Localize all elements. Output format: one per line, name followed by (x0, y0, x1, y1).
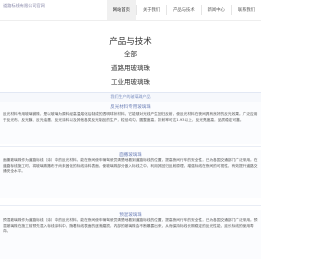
product-section-surface-beads: 面撒玻璃珠 面撒玻璃珠作为道路标线（涂）中的反光材料，能在夜间使车辆驾驶员清楚地… (0, 150, 261, 198)
product-description: 面撒玻璃珠作为道路标线（涂）中的反光材料，能在夜间使车辆驾驶员清楚地看到道路标线… (3, 158, 258, 174)
section-divider (0, 205, 261, 206)
page-title: 产品与技术 (109, 37, 152, 47)
product-section-premix-beads: 预混玻璃珠 预混玻璃珠作为道路标线（涂）中的反光材料，能在夜间使车辆驾驶员清楚地… (0, 210, 261, 259)
section-banner-text: 我们生产的玻璃珠产品 (110, 94, 151, 99)
nav-item-about[interactable]: 关于我们 (137, 0, 166, 20)
product-description: 反光材料专用玻璃微珠，是以玻璃为原料经高温熔化后制成的透明球状材料，它能够对光线… (3, 112, 258, 122)
nav-item-home[interactable]: 网站首页 (106, 0, 136, 20)
category-link-all[interactable]: 全部 (0, 48, 261, 58)
product-description: 预混玻璃珠作为道路标线（涂）中的反光材料，能在夜间使车辆驾驶员清楚地看到道路标线… (3, 218, 258, 234)
site-brand[interactable]: 道路标线有限公司官网 (3, 3, 45, 9)
nav-item-products[interactable]: 产品与技术 (167, 0, 200, 20)
category-link-road-beads[interactable]: 道路用玻璃珠 (0, 62, 261, 72)
section-divider (0, 146, 261, 147)
nav-item-news[interactable]: 新闻中心 (202, 0, 231, 20)
main-nav: 网站首页 关于我们 产品与技术 新闻中心 联系我们 (106, 0, 261, 20)
product-title[interactable]: 反光材料专用玻璃珠 (0, 104, 261, 110)
product-section-reflective: 反光材料专用玻璃珠 反光材料专用玻璃微珠，是以玻璃为原料经高温熔化后制成的透明球… (0, 102, 261, 144)
top-navigation-bar: 道路标线有限公司官网 网站首页 关于我们 产品与技术 新闻中心 联系我们 (0, 0, 261, 21)
category-link-industrial-beads[interactable]: 工业用玻璃珠 (0, 76, 261, 86)
nav-item-contact[interactable]: 联系我们 (232, 0, 261, 20)
